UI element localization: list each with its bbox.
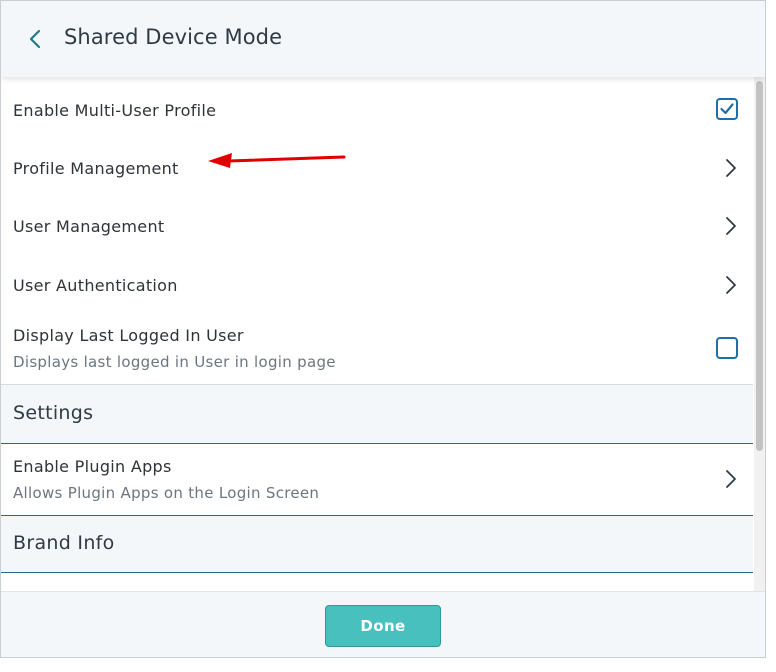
row-sublabel: Allows Plugin Apps on the Login Screen bbox=[13, 484, 320, 502]
display-last-logged-in-user-checkbox[interactable] bbox=[716, 337, 738, 359]
row-label: Display Last Logged In User bbox=[13, 326, 244, 345]
enable-multi-user-profile-checkbox[interactable] bbox=[716, 98, 738, 120]
section-header-brand-info: Brand Info bbox=[1, 516, 753, 573]
row-user-authentication[interactable]: User Authentication bbox=[1, 255, 753, 314]
header-bar: Shared Device Mode bbox=[1, 1, 765, 77]
footer-bar: Done bbox=[1, 591, 765, 657]
chevron-left-icon bbox=[29, 29, 41, 49]
page-title: Shared Device Mode bbox=[64, 25, 283, 49]
row-label: Enable Plugin Apps bbox=[13, 457, 172, 476]
row-label: Enable Multi-User Profile bbox=[13, 101, 217, 120]
chevron-right-icon bbox=[726, 159, 736, 177]
section-label: Settings bbox=[13, 402, 94, 424]
checkmark-icon bbox=[720, 103, 734, 115]
done-button[interactable]: Done bbox=[325, 605, 441, 647]
chevron-right-icon bbox=[726, 470, 736, 488]
row-user-management[interactable]: User Management bbox=[1, 197, 753, 256]
section-header-settings: Settings bbox=[1, 385, 753, 444]
row-label: User Authentication bbox=[13, 276, 178, 295]
list-item bbox=[1, 573, 753, 591]
chevron-right-icon bbox=[726, 276, 736, 294]
row-profile-management[interactable]: Profile Management bbox=[1, 139, 753, 198]
row-label: Profile Management bbox=[13, 159, 179, 178]
scrollbar-thumb[interactable] bbox=[756, 81, 763, 451]
row-display-last-logged-in-user[interactable]: Display Last Logged In User Displays las… bbox=[1, 313, 753, 385]
row-enable-multi-user-profile[interactable]: Enable Multi-User Profile bbox=[1, 77, 753, 140]
back-button[interactable] bbox=[21, 25, 49, 53]
row-label: User Management bbox=[13, 217, 165, 236]
row-enable-plugin-apps[interactable]: Enable Plugin Apps Allows Plugin Apps on… bbox=[1, 444, 753, 516]
shared-device-mode-panel: Shared Device Mode Enable Multi-User Pro… bbox=[0, 0, 766, 658]
section-label: Brand Info bbox=[13, 532, 115, 554]
chevron-right-icon bbox=[726, 217, 736, 235]
settings-list: Enable Multi-User Profile Profile Manage… bbox=[1, 77, 753, 591]
row-sublabel: Displays last logged in User in login pa… bbox=[13, 353, 336, 371]
vertical-scrollbar[interactable] bbox=[754, 77, 765, 591]
